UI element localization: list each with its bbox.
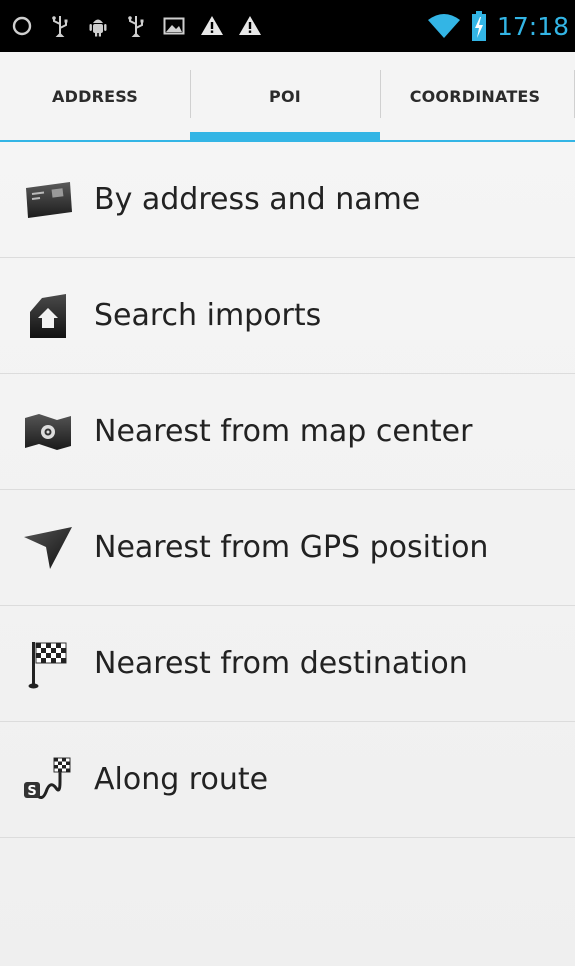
clock: 17:18 [496,11,569,41]
tab-coordinates[interactable]: COORDINATES [380,52,570,140]
menu-item-label: Nearest from GPS position [94,530,489,565]
tab-label: POI [269,86,301,106]
search-options-list: By address and name Search imports Neare… [0,142,575,838]
map-center-icon [20,404,76,460]
menu-item-label: Nearest from destination [94,646,468,681]
status-bar: 17:18 [0,0,575,52]
warning-icon [201,16,223,35]
usb-icon [52,16,68,37]
tab-address[interactable]: ADDRESS [0,52,190,140]
menu-item-label: Search imports [94,298,322,333]
android-debug-icon [89,19,107,37]
menu-item-label: Nearest from map center [94,414,473,449]
tab-bar: ADDRESS POI COORDINATES [0,52,575,142]
menu-item-by-address[interactable]: By address and name [0,142,575,258]
warning-icon [239,16,261,35]
image-icon [163,17,185,35]
svg-text:S: S [27,784,36,799]
tab-selected-indicator [190,132,380,140]
menu-item-along-route[interactable]: S Along route [0,722,575,838]
menu-item-search-imports[interactable]: Search imports [0,258,575,374]
circle-outline-icon [12,16,32,36]
battery-charging-icon [471,11,486,41]
menu-item-label: Along route [94,762,269,797]
menu-item-gps-position[interactable]: Nearest from GPS position [0,490,575,606]
route-icon: S [20,752,76,808]
notification-icons [10,14,427,38]
menu-item-label: By address and name [94,182,421,217]
system-icons: 17:18 [427,11,569,41]
home-import-icon [20,288,76,344]
screen: 17:18 ADDRESS POI COORDINATES By address… [0,0,575,966]
wifi-icon [427,14,460,38]
menu-item-destination[interactable]: Nearest from destination [0,606,575,722]
tab-label: ADDRESS [52,86,138,106]
address-card-icon [20,172,76,228]
usb-icon [128,16,144,37]
tab-poi[interactable]: POI [190,52,380,140]
menu-item-map-center[interactable]: Nearest from map center [0,374,575,490]
tab-label: COORDINATES [409,86,541,106]
gps-arrow-icon [20,520,76,576]
destination-flag-icon [20,636,76,692]
